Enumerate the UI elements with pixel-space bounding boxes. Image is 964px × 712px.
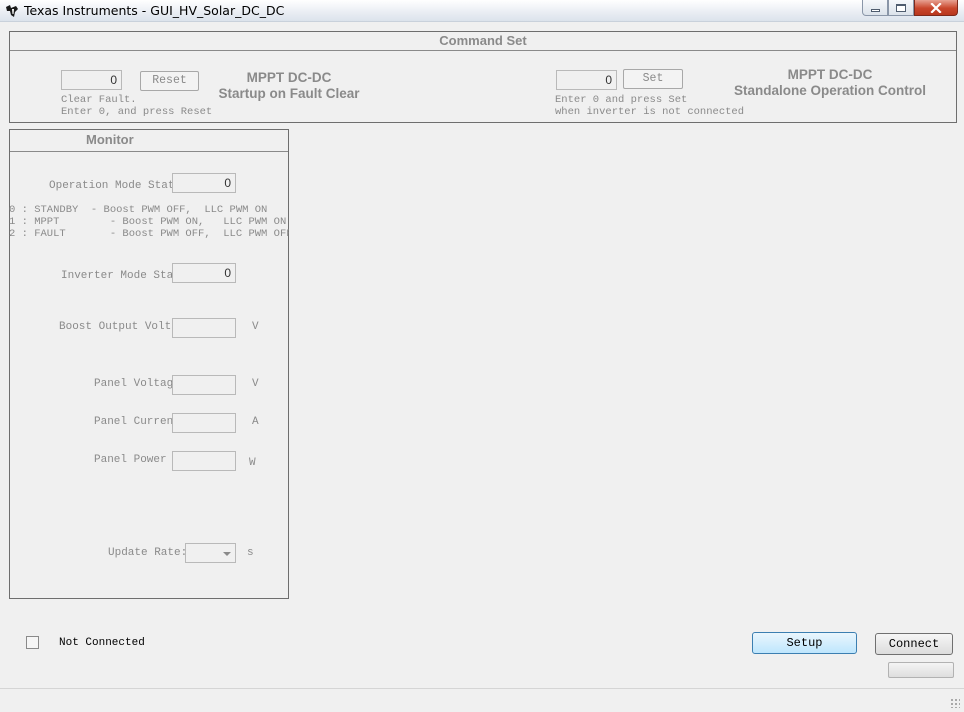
monitor-panel: Monitor bbox=[9, 129, 289, 599]
window-title: Texas Instruments - GUI_HV_Solar_DC_DC bbox=[24, 3, 285, 18]
minimize-button[interactable] bbox=[862, 0, 888, 16]
operation-mode-legend: 0 : STANDBY - Boost PWM OFF, LLC PWM ON … bbox=[9, 204, 289, 240]
resize-grip-icon[interactable] bbox=[950, 698, 960, 708]
maximize-icon bbox=[896, 3, 906, 12]
ti-logo-icon bbox=[6, 5, 18, 17]
connect-button[interactable]: Connect bbox=[875, 633, 953, 655]
fault-clear-hint: Clear Fault. Enter 0, and press Reset bbox=[61, 94, 213, 118]
fault-clear-label: MPPT DC-DC Startup on Fault Clear bbox=[218, 70, 360, 101]
maximize-button[interactable] bbox=[888, 0, 914, 16]
set-button[interactable]: Set bbox=[623, 69, 683, 89]
panel-power-unit: W bbox=[249, 457, 256, 469]
update-rate-select[interactable] bbox=[185, 543, 236, 563]
minimize-icon bbox=[870, 9, 880, 12]
update-rate-label: Update Rate: bbox=[108, 547, 188, 559]
update-rate-unit: s bbox=[247, 547, 254, 559]
panel-current-label: Panel Current bbox=[94, 416, 180, 428]
chevron-down-icon bbox=[223, 552, 231, 556]
panel-power-value bbox=[172, 451, 236, 471]
fault-clear-input[interactable]: 0 bbox=[61, 70, 122, 90]
status-bar bbox=[0, 688, 964, 712]
connection-status: Not Connected bbox=[59, 637, 145, 649]
connection-checkbox[interactable] bbox=[26, 636, 39, 649]
panel-current-value bbox=[172, 413, 236, 433]
monitor-title: Monitor bbox=[10, 130, 288, 152]
boost-voltage-unit: V bbox=[252, 321, 259, 333]
connection-progress-bar bbox=[888, 662, 954, 678]
close-button[interactable] bbox=[914, 0, 958, 16]
panel-voltage-value bbox=[172, 375, 236, 395]
close-icon bbox=[930, 2, 942, 13]
standalone-input[interactable]: 0 bbox=[556, 70, 617, 90]
setup-button[interactable]: Setup bbox=[752, 632, 857, 654]
boost-voltage-value bbox=[172, 318, 236, 338]
command-set-title: Command Set bbox=[10, 32, 956, 51]
operation-mode-value: 0 bbox=[172, 173, 236, 193]
reset-button[interactable]: Reset bbox=[140, 71, 199, 91]
panel-voltage-label: Panel Voltage bbox=[94, 378, 180, 390]
panel-power-label: Panel Power bbox=[94, 454, 167, 466]
command-set-panel: Command Set 0 Reset Clear Fault. Enter 0… bbox=[9, 31, 957, 123]
inverter-mode-value: 0 bbox=[172, 263, 236, 283]
operation-mode-label: Operation Mode Status bbox=[49, 180, 188, 192]
standalone-label: MPPT DC-DC Standalone Operation Control bbox=[733, 67, 926, 98]
title-bar: Texas Instruments - GUI_HV_Solar_DC_DC bbox=[0, 0, 964, 22]
panel-voltage-unit: V bbox=[252, 378, 259, 390]
panel-current-unit: A bbox=[252, 416, 259, 428]
